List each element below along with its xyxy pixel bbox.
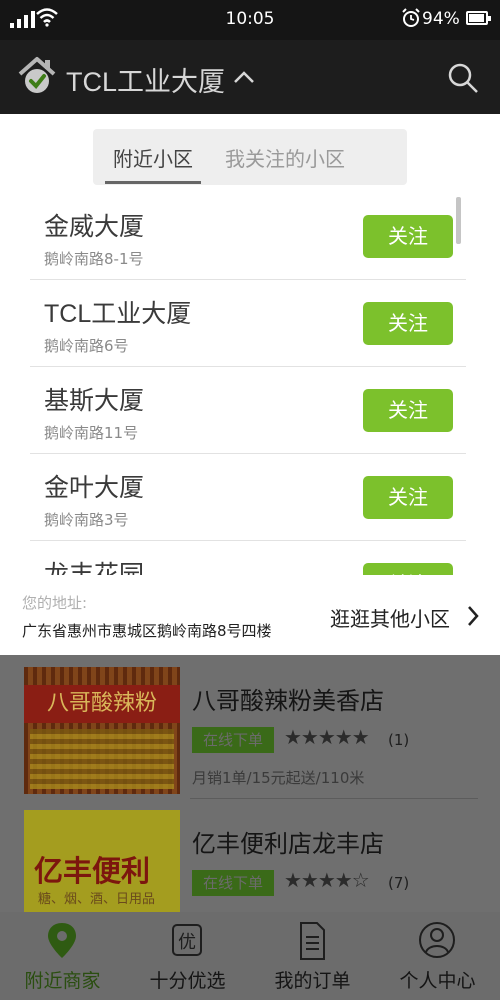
community-address: 鹅岭南路8-1号	[44, 250, 144, 268]
page-title[interactable]: TCL工业大厦	[66, 60, 225, 99]
bottom-nav: 附近商家 优 十分优选 我的订单 个人中心	[0, 912, 500, 1000]
nav-label: 我的订单	[274, 970, 351, 992]
rating-stars: ★★★★★	[284, 725, 370, 749]
tab-followed-communities[interactable]: 我关注的小区	[225, 143, 345, 172]
nav-youxuan[interactable]: 优 十分优选	[125, 912, 250, 1000]
browse-other-communities-link[interactable]: 逛逛其他小区	[330, 603, 450, 632]
community-item[interactable]: 金威大厦 鹅岭南路8-1号 关注	[30, 193, 466, 280]
chevron-right-icon[interactable]	[466, 605, 480, 627]
community-address: 鹅岭南路11号	[44, 424, 139, 442]
person-icon	[419, 922, 455, 958]
shop-image-sign: 亿丰便利	[34, 854, 151, 888]
shop-name: 亿丰便利店龙丰店	[192, 830, 384, 858]
community-item[interactable]: 龙丰花园 关注	[30, 541, 466, 575]
title-bar: TCL工业大厦	[0, 40, 500, 114]
rating-count: (1)	[388, 731, 410, 749]
shop-image: 亿丰便利 糖、烟、酒、日用品	[24, 810, 180, 912]
community-name: TCL工业大厦	[44, 300, 192, 328]
tab-nearby-communities[interactable]: 附近小区	[105, 143, 201, 184]
search-icon[interactable]	[447, 62, 479, 94]
online-order-badge: 在线下单	[192, 727, 274, 753]
youxuan-icon: 优	[172, 924, 202, 956]
follow-button[interactable]: 关注	[363, 563, 453, 575]
shop-card[interactable]: 八哥酸辣粉 八哥酸辣粉美香店 在线下单 ★★★★★ (1) 月销1单/15元起送…	[22, 655, 478, 799]
community-item[interactable]: TCL工业大厦 鹅岭南路6号 关注	[30, 280, 466, 367]
online-order-badge: 在线下单	[192, 870, 274, 896]
shop-list: 八哥酸辣粉 八哥酸辣粉美香店 在线下单 ★★★★★ (1) 月销1单/15元起送…	[0, 655, 500, 912]
location-pin-icon	[48, 923, 76, 958]
status-bar: 10:05 94%	[0, 0, 500, 40]
svg-text:优: 优	[178, 932, 196, 953]
nav-label: 个人中心	[399, 970, 476, 992]
shop-image-sign: 八哥酸辣粉	[24, 685, 180, 723]
nav-label: 附近商家	[24, 970, 101, 992]
nav-personal-center[interactable]: 个人中心	[375, 912, 500, 1000]
community-name: 龙丰花园	[44, 561, 145, 575]
community-name: 金威大厦	[44, 213, 145, 241]
document-icon	[300, 922, 325, 960]
list-scrollbar[interactable]	[456, 197, 461, 244]
shop-card[interactable]: 亿丰便利 糖、烟、酒、日用品 亿丰便利店龙丰店 在线下单 ★★★★☆ (7)	[22, 798, 478, 912]
community-tabs: 附近小区 我关注的小区	[93, 129, 407, 185]
battery-percent: 94%	[422, 9, 460, 29]
alarm-icon	[402, 8, 420, 27]
community-address: 鹅岭南路6号	[44, 337, 129, 355]
community-name: 金叶大厦	[44, 474, 145, 502]
shop-image: 八哥酸辣粉	[24, 667, 180, 794]
shop-name: 八哥酸辣粉美香店	[192, 687, 384, 715]
shop-meta: 月销1单/15元起送/110米	[192, 769, 365, 787]
community-item[interactable]: 金叶大厦 鹅岭南路3号 关注	[30, 454, 466, 541]
nav-nearby-merchants[interactable]: 附近商家	[0, 912, 125, 1000]
home-logo-icon[interactable]	[16, 52, 58, 98]
address-value: 广东省惠州市惠城区鹅岭南路8号四楼	[22, 622, 272, 640]
community-item[interactable]: 基斯大厦 鹅岭南路11号 关注	[30, 367, 466, 454]
battery-icon	[466, 11, 491, 25]
follow-button[interactable]: 关注	[363, 215, 453, 258]
nav-label: 十分优选	[149, 970, 226, 992]
rating-stars: ★★★★☆	[284, 868, 370, 892]
follow-button[interactable]: 关注	[363, 389, 453, 432]
community-list[interactable]: 金威大厦 鹅岭南路8-1号 关注 TCL工业大厦 鹅岭南路6号 关注 基斯大厦 …	[0, 193, 500, 575]
shop-image-subtitle: 糖、烟、酒、日用品	[38, 892, 156, 907]
follow-button[interactable]: 关注	[363, 302, 453, 345]
caret-up-icon[interactable]	[233, 70, 255, 84]
rating-count: (7)	[388, 874, 410, 892]
community-address: 鹅岭南路3号	[44, 511, 129, 529]
nav-my-orders[interactable]: 我的订单	[250, 912, 375, 1000]
follow-button[interactable]: 关注	[363, 476, 453, 519]
address-label: 您的地址:	[22, 594, 88, 612]
address-bar: 您的地址: 广东省惠州市惠城区鹅岭南路8号四楼 逛逛其他小区	[0, 575, 500, 655]
community-name: 基斯大厦	[44, 387, 145, 415]
